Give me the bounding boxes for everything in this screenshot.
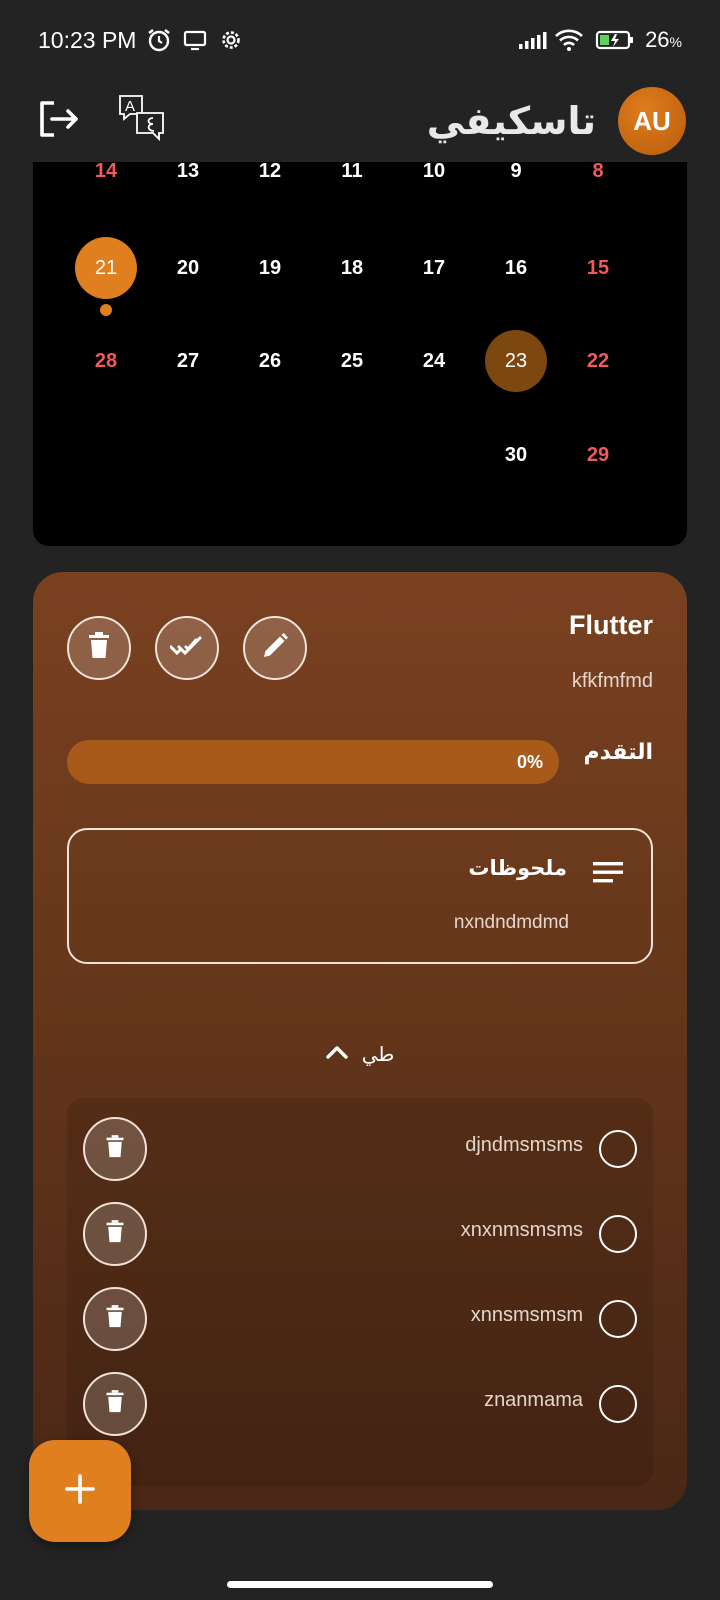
translate-button[interactable]: A [118,95,166,145]
done-all-icon [169,634,204,662]
subtask-checkbox[interactable] [599,1300,637,1338]
calendar-day[interactable]: 30 [485,424,547,486]
calendar-day[interactable]: 26 [239,330,301,392]
alarm-icon [146,27,172,53]
subtask-label: djndmsmsms [465,1134,583,1156]
progress-bar: 0% [67,740,559,784]
calendar-day[interactable]: 27 [157,330,219,392]
calendar-day[interactable]: 18 [321,237,383,299]
calendar-day[interactable]: 10 [403,140,465,202]
add-task-button[interactable] [29,1440,131,1542]
calendar-day[interactable]: 9 [485,140,547,202]
settings-icon [218,27,244,53]
calendar-day-today[interactable]: 21 [75,237,137,299]
svg-text:A: A [125,98,135,115]
battery-charging-icon [595,27,635,53]
subtask-item: djndmsmsms [67,1106,653,1192]
task-card: Flutter kfkfmfmd التقدم 0% ملحوظات nxndn… [33,572,687,1510]
status-left: 10:23 PM [38,27,244,54]
trash-icon [86,632,112,664]
edit-task-button[interactable] [243,616,307,680]
trash-icon [104,1304,126,1334]
calendar: 14 13 12 11 10 9 8 21 20 19 18 17 16 15 … [33,160,687,546]
calendar-day-selected[interactable]: 23 [485,330,547,392]
subtask-label: xnxnmsmsms [460,1219,583,1241]
calendar-day[interactable]: 19 [239,237,301,299]
calendar-day[interactable]: 17 [403,237,465,299]
status-time: 10:23 PM [38,26,137,53]
collapse-label: طي [361,1042,395,1066]
status-right: 26% [517,27,682,53]
notes-box: ملحوظات nxndndmdmd [67,828,653,964]
status-bar: 10:23 PM 26% [0,0,720,80]
trash-icon [104,1134,126,1164]
chevron-up-icon [326,1044,348,1064]
notes-text: nxndndmdmd [453,912,569,933]
calendar-day[interactable]: 20 [157,237,219,299]
calendar-day[interactable]: 14 [75,140,137,202]
progress-text: 0% [516,752,543,772]
calendar-day[interactable]: 24 [403,330,465,392]
trash-icon [104,1389,126,1419]
calendar-row: 14 13 12 11 10 9 8 [33,140,687,220]
calendar-day[interactable]: 12 [239,140,301,202]
subtask-label: znanmama [484,1389,583,1411]
app-title: تاسكيفي [426,99,596,143]
screen-cast-icon [182,27,208,53]
trash-icon [104,1219,126,1249]
progress-label: التقدم [583,740,653,765]
event-dot [100,304,112,316]
battery-percent: 26 [645,27,670,52]
task-title: Flutter [569,610,653,640]
calendar-day[interactable]: 29 [567,424,629,486]
signal-icon [517,27,547,53]
subtask-checkbox[interactable] [599,1385,637,1423]
home-indicator[interactable] [227,1581,493,1588]
calendar-day[interactable]: 11 [321,140,383,202]
calendar-day[interactable]: 28 [75,330,137,392]
app-bar-actions: A [34,95,166,145]
task-description: kfkfmfmd [571,670,653,692]
complete-task-button[interactable] [155,616,219,680]
delete-subtask-button[interactable] [83,1287,147,1351]
calendar-row: 30 29 [33,424,687,504]
delete-subtask-button[interactable] [83,1372,147,1436]
calendar-day[interactable]: 16 [485,237,547,299]
collapse-toggle[interactable]: طي [33,1034,687,1074]
subtask-checkbox[interactable] [599,1215,637,1253]
plus-icon [65,1474,95,1508]
subtask-checkbox[interactable] [599,1130,637,1168]
calendar-row: 28 27 26 25 24 23 22 [33,330,687,410]
calendar-day[interactable]: 13 [157,140,219,202]
wifi-icon [553,27,585,53]
delete-subtask-button[interactable] [83,1202,147,1266]
delete-task-button[interactable] [67,616,131,680]
logout-button[interactable] [34,97,82,145]
subtasks-list: djndmsmsms xnxnmsmsms xnnsmsmsm znanmama [67,1098,653,1486]
delete-subtask-button[interactable] [83,1117,147,1181]
subtask-item: znanmama [67,1361,653,1447]
notes-title: ملحوظات [468,856,567,880]
subtask-label: xnnsmsmsm [470,1304,583,1326]
calendar-row: 21 20 19 18 17 16 15 [33,237,687,317]
calendar-day[interactable]: 25 [321,330,383,392]
battery-unit: % [669,34,682,50]
calendar-day[interactable]: 15 [567,237,629,299]
subtask-item: xnnsmsmsm [67,1276,653,1362]
subtask-item: xnxnmsmsms [67,1191,653,1277]
calendar-day[interactable]: 22 [567,330,629,392]
calendar-day[interactable]: 8 [567,140,629,202]
battery-text: 26% [645,27,682,53]
pencil-icon [261,632,289,664]
notes-lines-icon [593,860,623,888]
logout-icon [36,97,80,145]
